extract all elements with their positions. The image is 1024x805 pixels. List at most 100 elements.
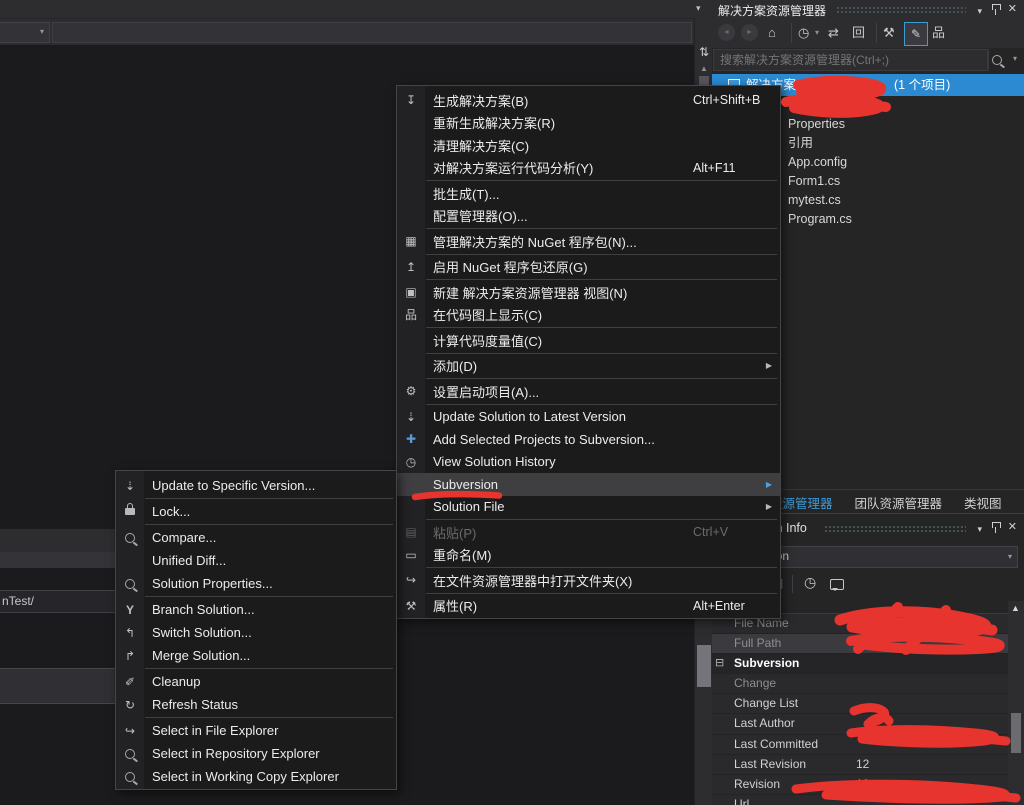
menu-item[interactable]: 计算代码度量值(C) — [397, 329, 780, 352]
menu-item[interactable]: ▭ 重命名(M) — [397, 544, 780, 567]
menu-item[interactable]: ↥ 启用 NuGet 程序包还原(G) — [397, 256, 780, 279]
collapse-box-icon[interactable]: ⊟ — [715, 654, 724, 673]
splitter-handle-icon[interactable]: ⇅ — [697, 44, 711, 60]
menu-item[interactable]: Subversion ▶ — [397, 473, 780, 496]
collapse-all-icon[interactable]: 回 — [852, 24, 865, 41]
pin-icon[interactable] — [991, 4, 1000, 15]
menu-item[interactable]: ⚙ 设置启动项目(A)... — [397, 380, 780, 403]
menu-item[interactable]: ▣ 新建 解决方案资源管理器 视图(N) — [397, 281, 780, 304]
pending-changes-filter-icon[interactable]: ◷ — [798, 24, 809, 41]
window-menu-arrow-icon[interactable]: ▾ — [696, 3, 701, 14]
menu-item-icon: ↧ — [397, 89, 425, 112]
menu-item[interactable]: ◷ View Solution History — [397, 451, 780, 474]
property-row[interactable]: Revision 12 — [712, 775, 1008, 795]
menu-item[interactable]: Select in Working Copy Explorer — [116, 765, 396, 788]
history-icon[interactable]: ◷ — [804, 574, 816, 591]
menu-item[interactable]: 配置管理器(O)... — [397, 205, 780, 228]
property-label: Last Author — [734, 714, 795, 733]
toolbar-combobox[interactable]: ▾ — [0, 22, 50, 43]
property-row[interactable]: ⊟ Subversion — [712, 654, 1008, 674]
menu-item-label: Lock... — [152, 504, 190, 519]
property-row[interactable]: Change List — [712, 694, 1008, 714]
close-icon[interactable]: ✕ — [1008, 520, 1017, 534]
menu-item[interactable]: Unified Diff... — [116, 549, 396, 572]
search-input[interactable] — [713, 49, 989, 71]
property-row[interactable]: Last Revision 12 — [712, 755, 1008, 775]
scroll-up-icon[interactable]: ▲ — [698, 64, 710, 73]
search-separator — [987, 51, 988, 68]
menu-item-label: 启用 NuGet 程序包还原(G) — [433, 257, 588, 276]
tree-row-label: Program.cs — [788, 212, 852, 226]
menu-item[interactable]: ▦ 管理解决方案的 NuGet 程序包(N)... — [397, 230, 780, 253]
menu-item-label: 添加(D) — [433, 356, 477, 375]
menu-item[interactable]: Y Branch Solution... — [116, 598, 396, 621]
scrollbar-thumb[interactable] — [1011, 713, 1021, 753]
menu-item[interactable]: ↧ 生成解决方案(B) Ctrl+Shift+B — [397, 89, 780, 112]
search-box: ▾ — [712, 48, 1024, 72]
property-row[interactable]: Last Committed — [712, 735, 1008, 755]
window-position-icon[interactable]: ▾ — [977, 4, 982, 18]
menu-item[interactable]: 批生成(T)... — [397, 182, 780, 205]
grid-scrollbar[interactable]: ▲ — [1008, 601, 1024, 805]
menu-item[interactable]: Compare... — [116, 526, 396, 549]
menu-item-icon — [397, 134, 425, 157]
bottom-tab[interactable]: 团队资源管理器 — [849, 493, 949, 512]
menu-item[interactable]: ⚒ 属性(R) Alt+Enter — [397, 595, 780, 618]
menu-item-label: 在文件资源管理器中打开文件夹(X) — [433, 571, 632, 590]
menu-item[interactable]: 品 在代码图上显示(C) — [397, 304, 780, 327]
comment-icon[interactable] — [830, 579, 844, 590]
menu-item[interactable]: ↪ Select in File Explorer — [116, 719, 396, 742]
property-row[interactable]: Url — [712, 795, 1008, 805]
tree-row-label: 引用 — [788, 136, 813, 150]
property-row[interactable]: Full Path — [712, 634, 1008, 654]
chevron-down-icon[interactable]: ▾ — [1013, 54, 1017, 63]
menu-item[interactable]: Lock... — [116, 500, 396, 523]
property-row[interactable]: Change — [712, 674, 1008, 694]
menu-item[interactable]: 清理解决方案(C) — [397, 134, 780, 157]
menu-item[interactable]: ↻ Refresh Status — [116, 693, 396, 716]
menu-item[interactable]: ✚ Add Selected Projects to Subversion... — [397, 428, 780, 451]
menu-item[interactable]: ↪ 在文件资源管理器中打开文件夹(X) — [397, 569, 780, 592]
lock-icon — [125, 508, 135, 515]
menu-item[interactable]: Solution File ▶ — [397, 496, 780, 519]
menu-item-shortcut: Ctrl+Shift+B — [693, 93, 760, 107]
pin-icon[interactable] — [991, 522, 1000, 533]
menu-item[interactable]: Select in Repository Explorer — [116, 742, 396, 765]
chevron-down-icon[interactable]: ▾ — [815, 24, 819, 41]
panel-title: 解决方案资源管理器 — [718, 2, 826, 19]
menu-item-label: Select in Working Copy Explorer — [152, 769, 339, 784]
menu-item[interactable]: ▤ 粘贴(P) Ctrl+V — [397, 521, 780, 544]
property-row[interactable]: Last Author — [712, 714, 1008, 734]
toolbar-field[interactable] — [52, 22, 692, 43]
menu-item[interactable]: ↱ Merge Solution... — [116, 644, 396, 667]
search-icon[interactable] — [992, 55, 1002, 65]
menu-item-label: Branch Solution... — [152, 602, 255, 617]
menu-item-icon — [397, 157, 425, 180]
back-icon[interactable]: ◄ — [718, 24, 735, 41]
menu-item-label: 生成解决方案(B) — [433, 91, 528, 110]
menu-item-icon: 品 — [397, 304, 425, 327]
menu-item[interactable]: 添加(D) ▶ — [397, 355, 780, 378]
forward-icon[interactable]: ► — [741, 24, 758, 41]
menu-item[interactable]: Solution Properties... — [116, 572, 396, 595]
scrollbar-thumb-lower[interactable] — [697, 645, 711, 687]
properties-wrench-icon[interactable]: ⚒ — [883, 24, 895, 41]
magnifier-icon — [125, 533, 135, 543]
menu-item[interactable]: 对解决方案运行代码分析(Y) Alt+F11 — [397, 157, 780, 180]
home-icon[interactable]: ⌂ — [768, 24, 776, 41]
window-position-icon[interactable]: ▾ — [977, 522, 982, 536]
close-icon[interactable]: ✕ — [1008, 2, 1017, 16]
sync-with-active-document-icon[interactable]: 品 — [932, 24, 945, 41]
menu-item-shortcut: Alt+Enter — [693, 599, 745, 613]
menu-item[interactable]: ✐ Cleanup — [116, 670, 396, 693]
menu-item-icon: ↱ — [116, 644, 144, 667]
menu-item-label: View Solution History — [433, 454, 556, 469]
menu-item[interactable]: 重新生成解决方案(R) — [397, 112, 780, 135]
menu-item[interactable]: ↰ Switch Solution... — [116, 621, 396, 644]
preview-selected-items-button[interactable]: ✎ — [904, 22, 928, 46]
refresh-icon[interactable]: ⇄ — [828, 24, 839, 41]
scroll-up-icon[interactable]: ▲ — [1011, 603, 1020, 613]
menu-item[interactable]: ⇣ Update to Specific Version... — [116, 474, 396, 497]
menu-item[interactable]: ⇣ Update Solution to Latest Version — [397, 406, 780, 429]
bottom-tab[interactable]: 类视图 — [958, 493, 1008, 512]
